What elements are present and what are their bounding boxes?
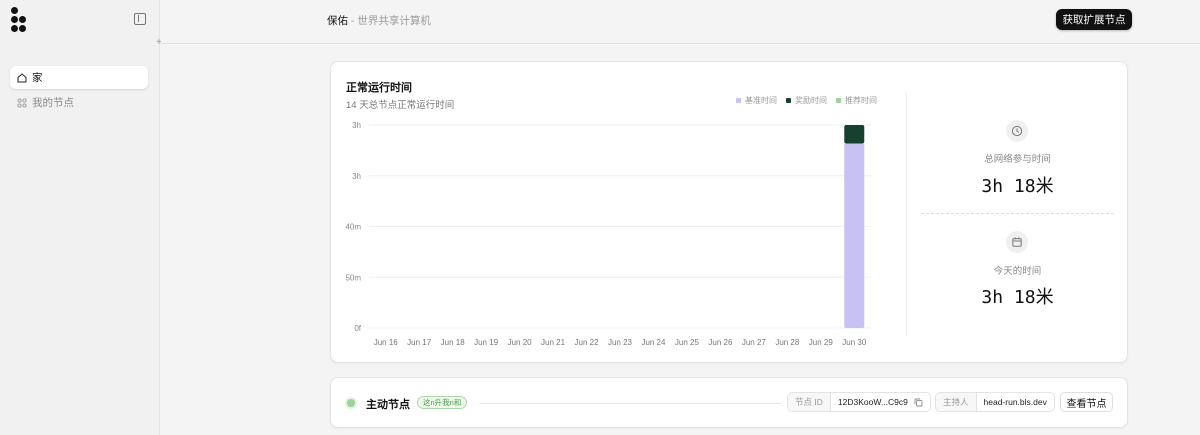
total-participation-value: 3h 18米 bbox=[981, 176, 1054, 197]
x-tick-label: Jun 29 bbox=[809, 338, 834, 347]
page-title: 保佑 - 世界共享计算机 bbox=[327, 13, 431, 28]
x-tick-label: Jun 28 bbox=[775, 338, 800, 347]
node-status-dot bbox=[347, 399, 355, 407]
bar-segment bbox=[844, 125, 865, 144]
node-divider bbox=[479, 403, 781, 404]
sidebar-item-label: 我的节点 bbox=[32, 97, 74, 109]
x-tick-label: Jun 16 bbox=[374, 338, 399, 347]
host-label: 主持人 bbox=[936, 393, 977, 411]
brand-name: 保佑 bbox=[327, 15, 348, 27]
node-title: 主动节点 bbox=[366, 399, 410, 411]
sidebar-collapse-icon[interactable] bbox=[134, 13, 146, 25]
get-extension-button[interactable]: 获取扩展节点 bbox=[1056, 9, 1132, 30]
sidebar-item-home[interactable]: 家 bbox=[10, 66, 148, 89]
stat-divider bbox=[921, 213, 1114, 214]
uptime-chart: 3h 3h 40m 50m 0f Jun 16 Jun 17 Jun 18 Jun 19 Jun … bbox=[345, 121, 871, 347]
node-card: 主动节点 这n升我n和 节点 ID 12D3KooW...C9c9 主持人 he… bbox=[330, 377, 1128, 428]
x-tick-label: Jun 24 bbox=[641, 338, 666, 347]
copy-icon[interactable] bbox=[914, 398, 923, 407]
x-tick-label: Jun 27 bbox=[742, 338, 767, 347]
x-tick-label: Jun 21 bbox=[541, 338, 566, 347]
x-tick-label: Jun 23 bbox=[608, 338, 633, 347]
sidebar-item-my-nodes[interactable]: 我的节点 bbox=[10, 91, 148, 114]
today-time-label: 今天的时间 bbox=[993, 266, 1042, 277]
x-tick-label: Jun 18 bbox=[441, 338, 466, 347]
x-tick-label: Jun 19 bbox=[474, 338, 499, 347]
x-tick-label: Jun 25 bbox=[675, 338, 700, 347]
y-tick-label: 50m bbox=[345, 273, 361, 282]
y-tick-label: 3h bbox=[352, 121, 361, 130]
nodes-icon bbox=[17, 97, 27, 108]
x-tick-label: Jun 26 bbox=[708, 338, 733, 347]
card-divider bbox=[906, 92, 907, 336]
x-tick-label: Jun 30 bbox=[842, 338, 867, 347]
home-icon bbox=[17, 72, 27, 82]
logo-icon[interactable] bbox=[11, 7, 31, 33]
y-tick-label: 40m bbox=[345, 223, 361, 232]
host-value: head-run.bls.dev bbox=[983, 397, 1047, 407]
calendar-icon bbox=[1006, 231, 1028, 253]
sidebar: + 家 我的节点 bbox=[0, 0, 162, 435]
view-node-button[interactable]: 查看节点 bbox=[1060, 392, 1113, 412]
brand-subtitle: - 世界共享计算机 bbox=[348, 15, 431, 27]
host-pill: 主持人 head-run.bls.dev bbox=[935, 392, 1055, 412]
node-id-value: 12D3KooW...C9c9 bbox=[831, 397, 930, 407]
clock-icon bbox=[1006, 120, 1028, 142]
bar-segment bbox=[844, 143, 865, 328]
total-participation-label: 总网络参与时间 bbox=[984, 154, 1051, 165]
node-id-label: 节点 ID bbox=[788, 393, 831, 411]
today-time-value: 3h 18米 bbox=[981, 287, 1054, 308]
node-status-badge: 这n升我n和 bbox=[417, 396, 468, 409]
top-header: 保佑 - 世界共享计算机 获取扩展节点 bbox=[161, 0, 1200, 44]
sidebar-item-label: 家 bbox=[32, 72, 43, 84]
y-tick-label: 3h bbox=[352, 172, 361, 181]
node-id-pill: 节点 ID 12D3KooW...C9c9 bbox=[787, 392, 931, 412]
x-tick-label: Jun 20 bbox=[508, 338, 533, 347]
y-tick-label: 0f bbox=[354, 324, 361, 333]
x-tick-label: Jun 17 bbox=[407, 338, 432, 347]
uptime-card: 正常运行时间 14 天总节点正常运行时间 基准时间 奖励时间 推荐时间 3h 3h… bbox=[330, 61, 1128, 363]
node-id-text: 12D3KooW...C9c9 bbox=[837, 397, 908, 407]
x-tick-label: Jun 22 bbox=[575, 338, 600, 347]
